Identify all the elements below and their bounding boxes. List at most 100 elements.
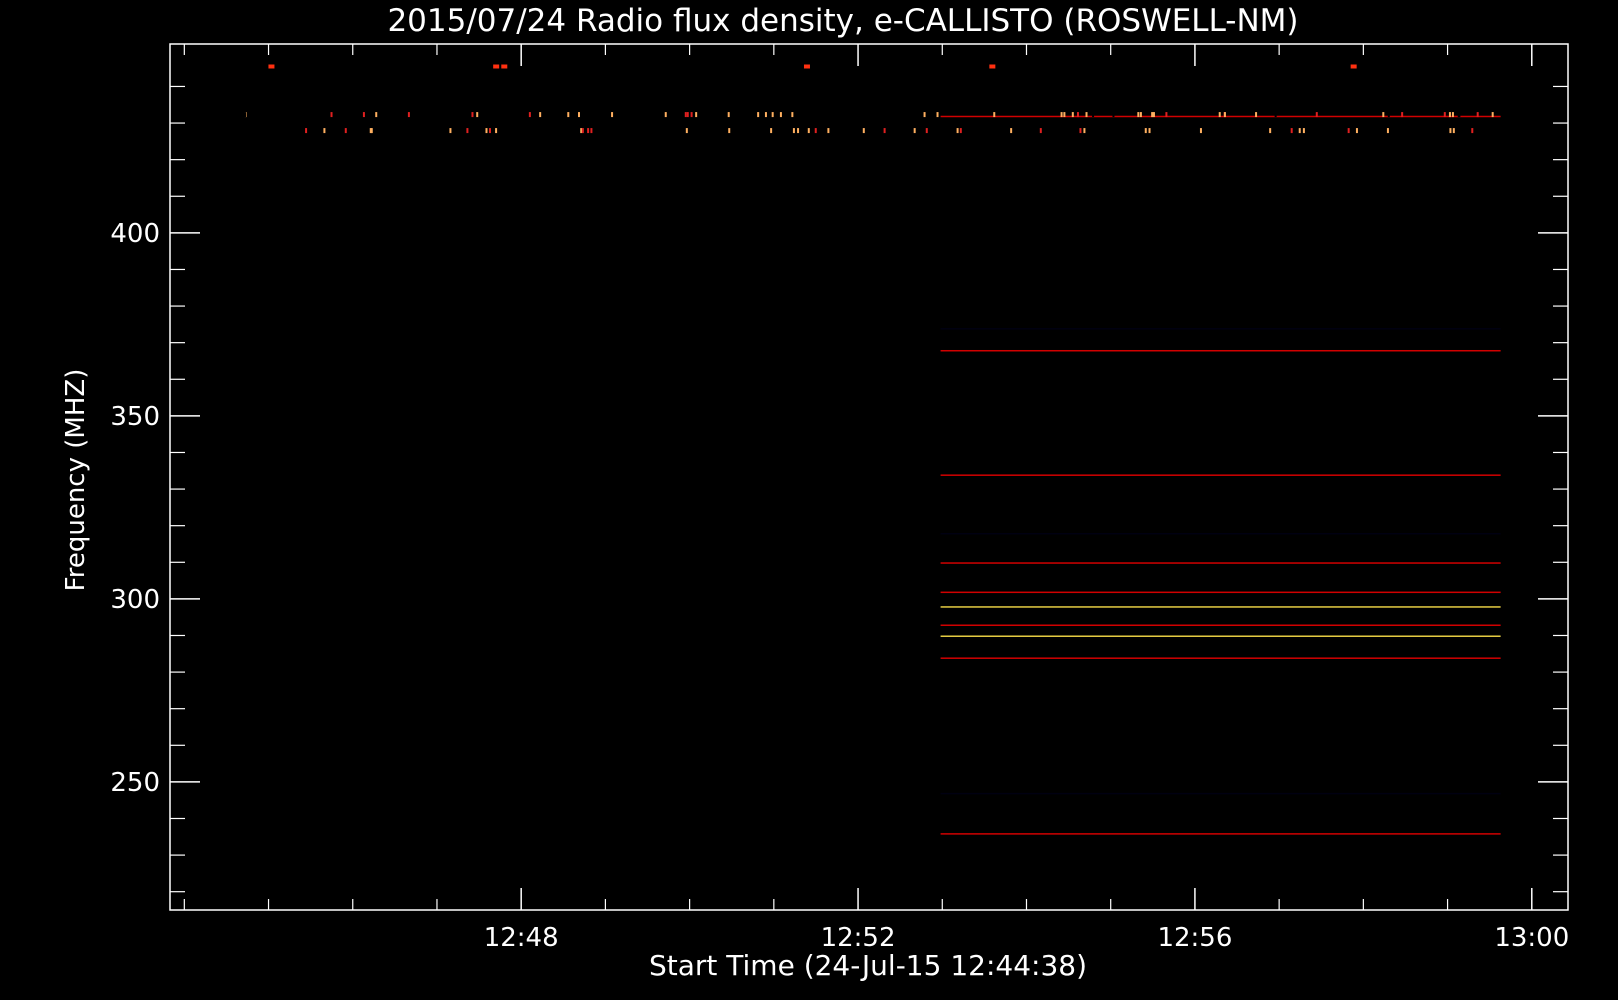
rfi-dot: [896, 128, 899, 134]
rfi-dot: [650, 128, 653, 134]
rfi-dot: [362, 112, 365, 118]
rfi-dot: [528, 112, 531, 118]
rfi-dot: [807, 128, 810, 134]
rfi-dot: [1401, 112, 1404, 118]
rfi-band-dark: [940, 328, 1501, 330]
y-tick-label: 300: [110, 585, 160, 615]
rfi-band-dark: [940, 533, 1501, 535]
rfi-dot: [1452, 128, 1455, 134]
rfi-dot: [771, 112, 774, 118]
rfi-dot: [770, 128, 773, 134]
rfi-dot: [268, 64, 275, 69]
rfi-dot: [1362, 128, 1365, 134]
rfi-dot: [288, 112, 291, 118]
rfi-dot: [587, 128, 590, 134]
rfi-dot: [827, 128, 830, 134]
rfi-band-red: [940, 474, 1501, 476]
rfi-dot: [1476, 112, 1479, 118]
rfi-dot: [632, 112, 635, 118]
rfi-dot: [797, 128, 800, 134]
rfi-dot: [1448, 112, 1451, 118]
rfi-dot: [1350, 64, 1357, 69]
rfi-dot: [495, 128, 498, 134]
rfi-dot: [581, 128, 584, 134]
rfi-dot: [1032, 128, 1035, 134]
rfi-dot: [1137, 112, 1140, 118]
rfi-dot: [488, 128, 491, 134]
rfi-dot: [814, 128, 817, 134]
rfi-dot: [803, 64, 810, 69]
rfi-dot: [1218, 112, 1221, 118]
rfi-dot: [485, 128, 488, 134]
rfi-dot: [466, 128, 469, 134]
rfi-dot: [369, 128, 372, 134]
rfi-band-red: [940, 624, 1501, 627]
rfi-band-red: [940, 562, 1501, 564]
rfi-dot: [501, 64, 508, 69]
rfi-dot: [539, 112, 542, 118]
rfi-dot: [684, 112, 687, 118]
rfi-dot: [1223, 112, 1226, 118]
rfi-dot: [993, 112, 996, 118]
rfi-dot: [690, 112, 693, 118]
rfi-dot: [1355, 128, 1358, 134]
rfi-dot: [1063, 112, 1066, 118]
rfi-dot: [959, 128, 962, 134]
rfi-dot: [1290, 128, 1293, 134]
rfi-dot: [1199, 128, 1202, 134]
rfi-dot: [344, 128, 347, 134]
rfi-dot: [1347, 128, 1350, 134]
rfi-dot: [305, 128, 308, 134]
rfi-dot: [1382, 112, 1385, 118]
rfi-dot: [1079, 128, 1082, 134]
rfi-dot: [923, 112, 926, 118]
rfi-dot: [1451, 112, 1454, 118]
x-tick-label: 12:48: [484, 923, 559, 953]
rfi-dot: [614, 112, 617, 118]
rfi-dot: [323, 128, 326, 134]
rfi-dot: [1269, 128, 1272, 134]
rfi-band-red: [940, 591, 1501, 594]
rfi-dot: [578, 112, 581, 118]
rfi-dot: [1092, 112, 1095, 118]
rfi-dot: [792, 128, 795, 134]
rfi-dot: [375, 112, 378, 118]
rfi-dot: [476, 112, 479, 118]
rfi-dot: [942, 128, 945, 134]
rfi-dot: [1449, 128, 1452, 134]
rfi-dot: [1298, 128, 1301, 134]
rfi-band-yellow: [940, 635, 1501, 637]
rfi-dot: [449, 128, 452, 134]
rfi-dot: [936, 112, 939, 118]
rfi-dot: [1387, 112, 1390, 118]
rfi-dot: [1491, 112, 1494, 118]
rfi-dot: [686, 112, 689, 118]
rfi-band-red: [940, 833, 1501, 835]
rfi-dot: [956, 128, 959, 134]
rfi-dot: [1315, 112, 1318, 118]
rfi-band-red: [940, 657, 1501, 659]
rfi-dot: [764, 112, 767, 118]
rfi-dot: [695, 112, 698, 118]
rfi-dot: [757, 112, 760, 118]
rfi-band-red: [940, 349, 1501, 352]
rfi-band-dark: [940, 792, 1501, 795]
rfi-dot: [1112, 112, 1115, 118]
rfi-dot: [1010, 128, 1013, 134]
y-tick-label: 350: [110, 402, 160, 432]
rfi-dot: [727, 112, 730, 118]
rfi-dot: [1144, 128, 1147, 134]
rfi-dot: [596, 128, 599, 134]
rfi-dot: [1458, 112, 1461, 118]
x-tick-label: 13:00: [1494, 923, 1569, 953]
rfi-dot: [1071, 112, 1074, 118]
rfi-dot: [1471, 128, 1474, 134]
rfi-dot: [1255, 112, 1258, 118]
rfi-dot: [791, 112, 794, 118]
rfi-dot: [1302, 128, 1305, 134]
rfi-dot: [685, 128, 688, 134]
rfi-dot: [1076, 112, 1079, 118]
rfi-dot: [1085, 112, 1088, 118]
rfi-dot: [1083, 128, 1086, 134]
rfi-dot: [1151, 112, 1154, 118]
